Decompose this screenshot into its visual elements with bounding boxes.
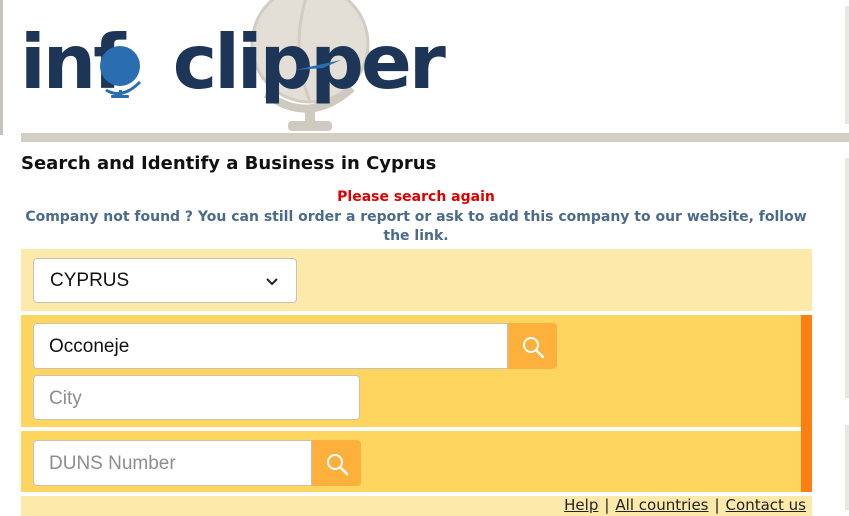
help-link[interactable]: Help	[564, 496, 598, 514]
duns-placeholder: DUNS Number	[49, 453, 176, 474]
accent-bar	[801, 315, 812, 492]
right-frame-rule	[845, 158, 849, 398]
link-separator: |	[604, 496, 610, 514]
duns-number-input[interactable]: DUNS Number	[33, 440, 312, 486]
right-frame-rule	[845, 425, 849, 510]
logo-swoosh-icon	[295, 60, 341, 70]
link-separator: |	[714, 496, 720, 514]
header-divider	[21, 133, 849, 142]
country-select[interactable]: CYPRUS	[33, 258, 297, 303]
company-name-value: Occoneje	[49, 336, 130, 357]
city-placeholder: City	[49, 388, 82, 409]
city-input[interactable]: City	[33, 375, 360, 420]
search-icon	[523, 337, 545, 359]
search-icon	[327, 454, 349, 476]
page-title: Search and Identify a Business in Cyprus	[21, 153, 437, 174]
right-frame-rule	[845, 6, 849, 124]
infoclipper-logo[interactable]: inf clipper	[20, 14, 446, 110]
error-message: Please search again	[337, 189, 495, 205]
company-name-input[interactable]: Occoneje	[33, 323, 508, 369]
country-select-value: CYPRUS	[50, 270, 130, 291]
all-countries-link[interactable]: All countries	[615, 496, 708, 514]
logo-globe-icon	[100, 46, 142, 98]
left-frame-rule	[0, 0, 3, 135]
info-message-link[interactable]: Company not found ? You can still order …	[21, 208, 811, 246]
company-search-button[interactable]	[508, 323, 557, 369]
footer-links: Help | All countries | Contact us	[564, 496, 806, 514]
contact-us-link[interactable]: Contact us	[726, 496, 806, 514]
duns-search-button[interactable]	[312, 440, 361, 486]
chevron-down-icon	[266, 278, 278, 286]
